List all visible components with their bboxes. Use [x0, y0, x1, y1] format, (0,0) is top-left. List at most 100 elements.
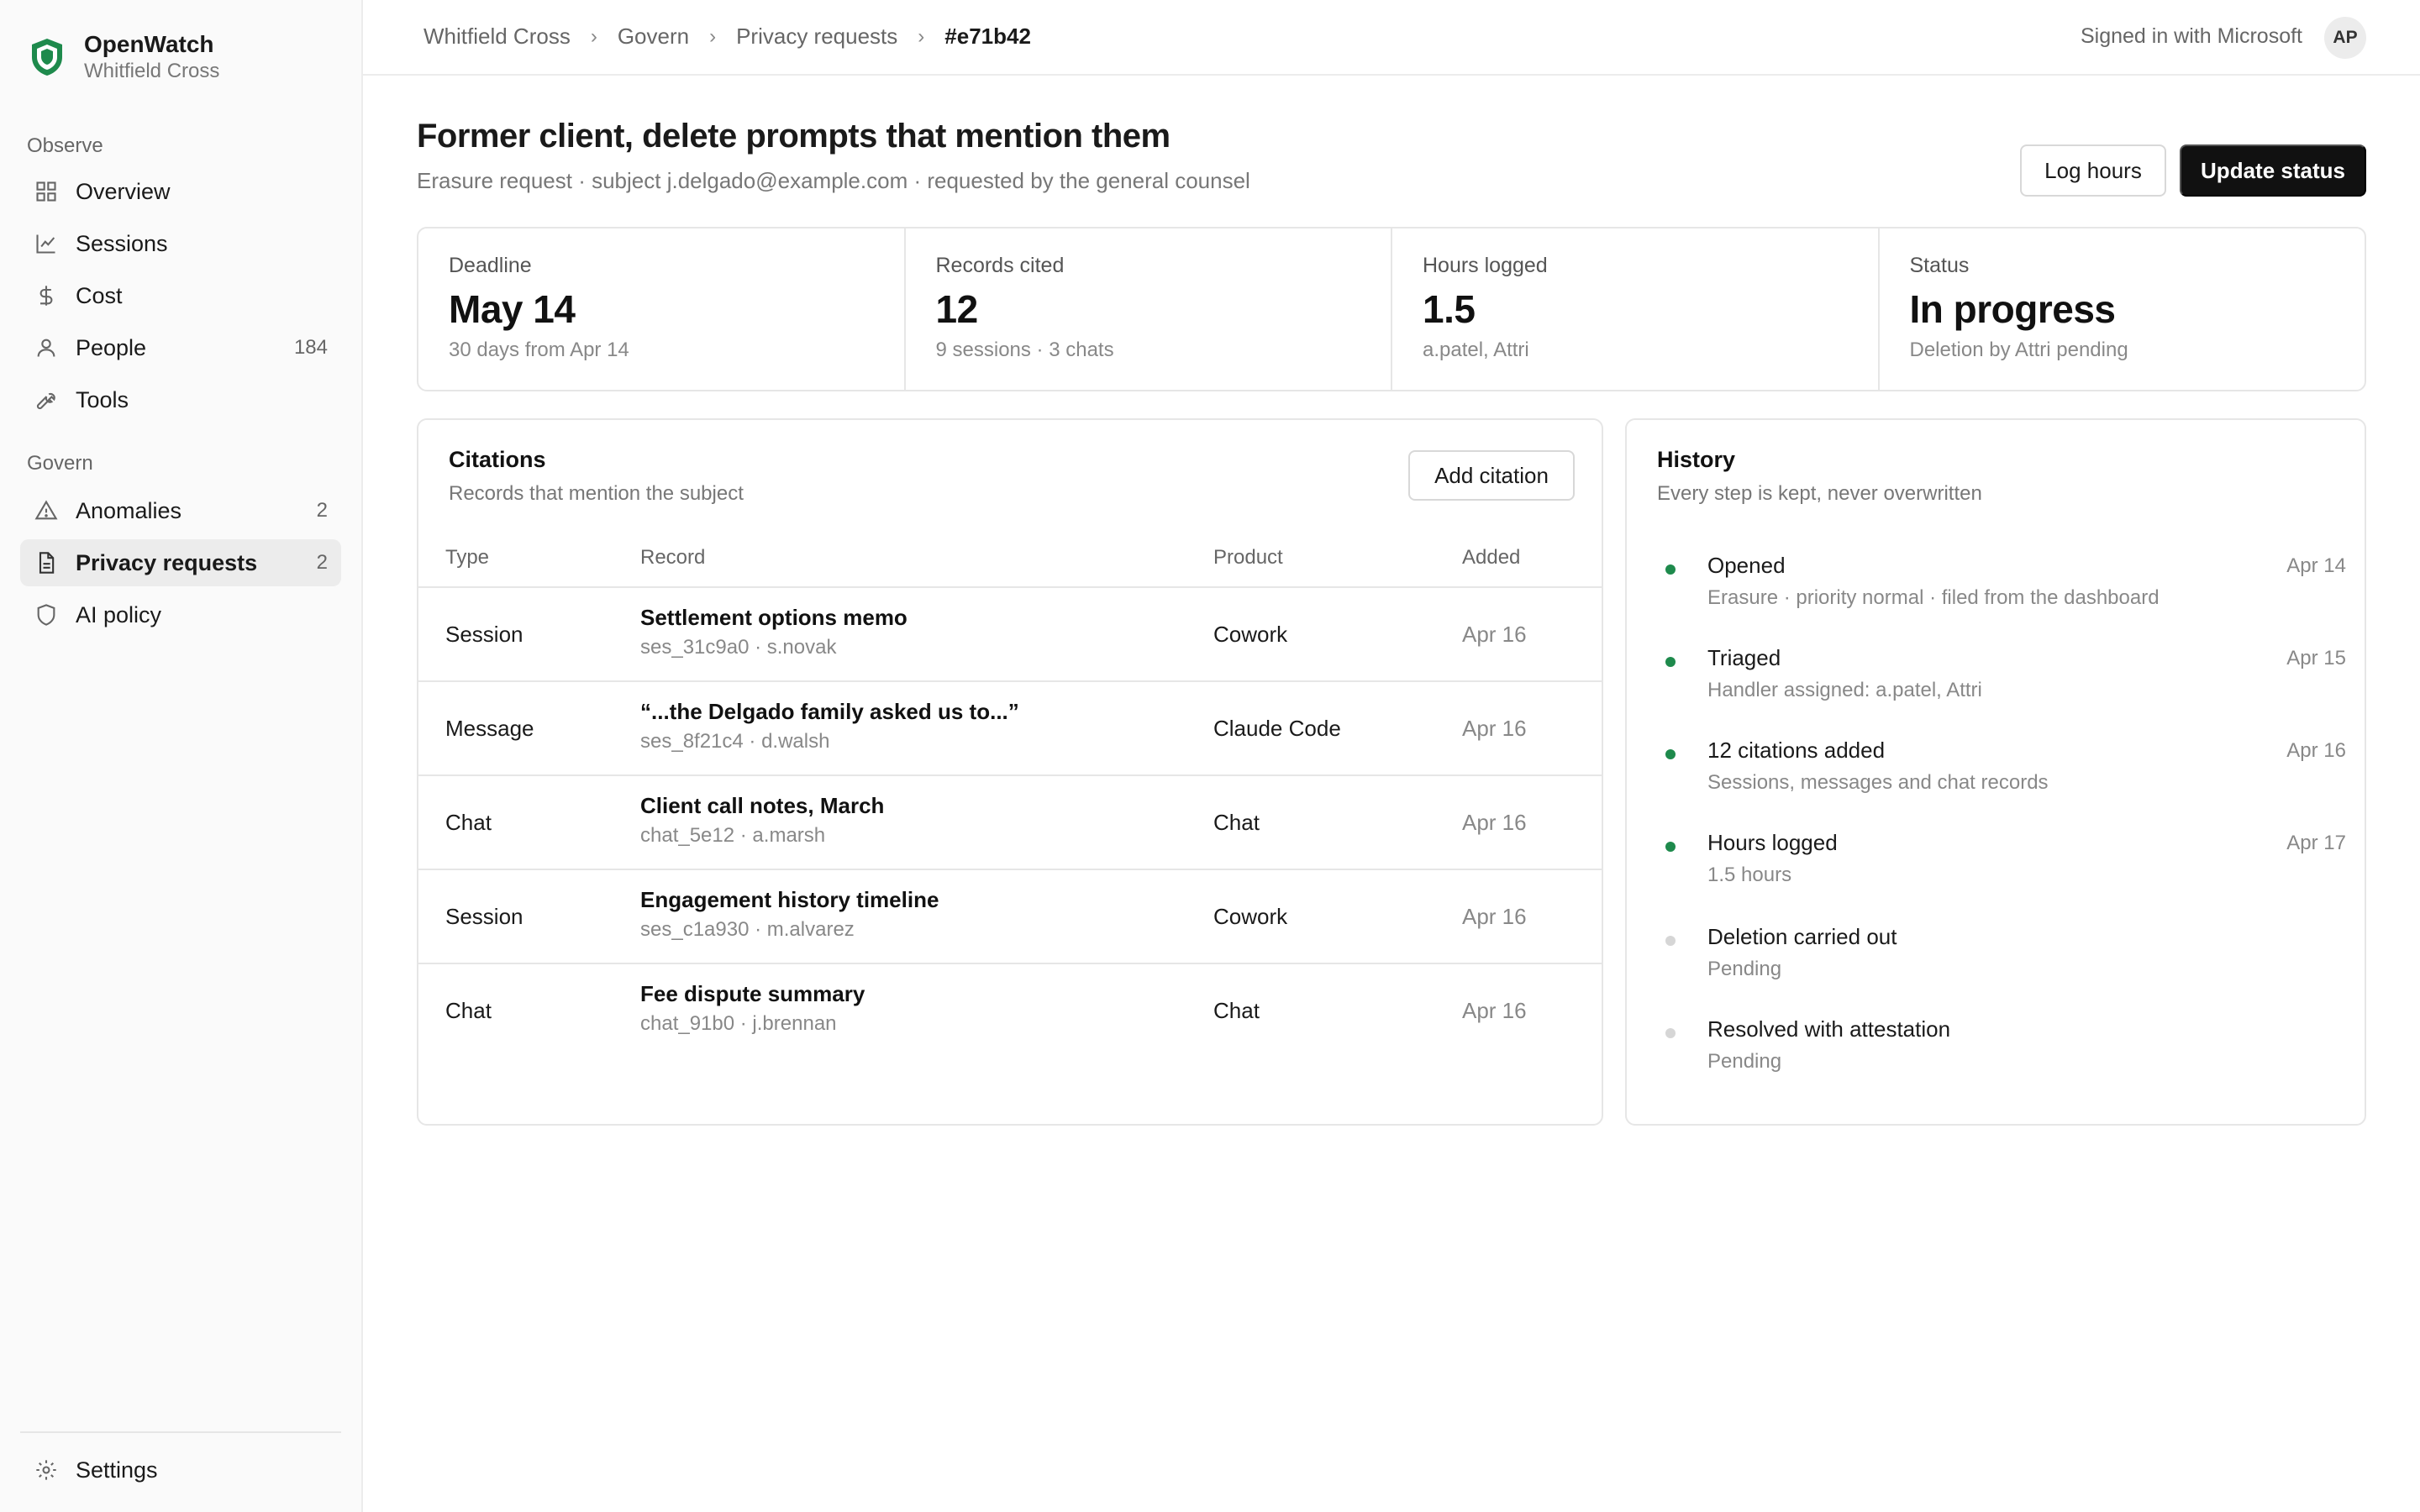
- chart-line-icon: [34, 231, 59, 256]
- stat-label: Deadline: [449, 254, 532, 277]
- cell-record: Engagement history timeline ses_c1a930 ·…: [640, 887, 939, 942]
- people-count: 184: [293, 336, 328, 359]
- stats-panel: Deadline May 14 30 days from Apr 14 Reco…: [417, 227, 2366, 391]
- sidebar-item-label: Overview: [76, 178, 171, 204]
- history-item-title: Hours logged: [1707, 830, 1838, 855]
- sidebar-item-label: Privacy requests: [76, 549, 258, 575]
- cell-added: Apr 16: [1462, 810, 1527, 835]
- history-item: 12 citations added Sessions, messages an…: [1657, 734, 2346, 827]
- sidebar-item-ai-policy[interactable]: AI policy: [20, 591, 341, 638]
- sidebar-divider: [20, 1431, 341, 1433]
- history-item-title: Opened: [1707, 553, 1786, 578]
- breadcrumb-org[interactable]: Whitfield Cross: [424, 24, 571, 50]
- update-status-button[interactable]: Update status: [2180, 144, 2366, 197]
- cell-added: Apr 16: [1462, 716, 1527, 741]
- nav-section-observe: Observe: [27, 134, 103, 157]
- record-title[interactable]: Settlement options memo: [640, 605, 908, 631]
- history-item-title: Deletion carried out: [1707, 924, 1897, 949]
- sidebar-item-overview[interactable]: Overview: [20, 168, 341, 215]
- history-item-title: Triaged: [1707, 645, 1781, 670]
- log-hours-button[interactable]: Log hours: [2020, 144, 2166, 197]
- cell-product: Chat: [1213, 810, 1260, 835]
- sidebar-item-anomalies[interactable]: Anomalies 2: [20, 487, 341, 534]
- stat-hours-logged: Hours logged 1.5 a.patel, Attri: [1392, 228, 1880, 390]
- stat-deadline: Deadline May 14 30 days from Apr 14: [418, 228, 906, 390]
- cell-added: Apr 16: [1462, 904, 1527, 929]
- stat-value: In progress: [1909, 287, 2117, 331]
- status-dot-done: [1665, 749, 1676, 759]
- table-row[interactable]: Chat Client call notes, March chat_5e12 …: [418, 776, 1602, 870]
- stat-label: Hours logged: [1423, 254, 1548, 277]
- sidebar-item-cost[interactable]: Cost: [20, 272, 341, 319]
- page-title: Former client, delete prompts that menti…: [417, 118, 1171, 155]
- cell-record: Fee dispute summary chat_91b0 · j.brenna…: [640, 981, 865, 1036]
- table-row[interactable]: Message “...the Delgado family asked us …: [418, 682, 1602, 776]
- sidebar-item-settings[interactable]: Settings: [20, 1446, 341, 1494]
- status-dot-pending: [1665, 1028, 1676, 1038]
- citations-subtitle: Records that mention the subject: [449, 482, 744, 505]
- sidebar: OpenWatch Whitfield Cross Observe Overvi…: [0, 0, 363, 1512]
- table-row[interactable]: Session Engagement history timeline ses_…: [418, 870, 1602, 964]
- cell-type: Message: [445, 716, 534, 741]
- sidebar-item-people[interactable]: People 184: [20, 324, 341, 371]
- sidebar-item-tools[interactable]: Tools: [20, 376, 341, 423]
- record-meta: chat_91b0 · j.brennan: [640, 1012, 837, 1035]
- breadcrumb-current: #e71b42: [944, 24, 1031, 49]
- record-title[interactable]: “...the Delgado family asked us to...”: [640, 699, 1019, 725]
- breadcrumb-privacy-requests[interactable]: Privacy requests: [736, 24, 897, 50]
- history-item-detail: Handler assigned: a.patel, Attri: [1707, 679, 1982, 701]
- stat-note: 9 sessions · 3 chats: [935, 339, 1114, 361]
- table-row[interactable]: Session Settlement options memo ses_31c9…: [418, 588, 1602, 682]
- brand[interactable]: OpenWatch Whitfield Cross: [27, 30, 219, 84]
- table-row[interactable]: Chat Fee dispute summary chat_91b0 · j.b…: [418, 964, 1602, 1058]
- record-title[interactable]: Engagement history timeline: [640, 887, 939, 913]
- sidebar-item-privacy-requests[interactable]: Privacy requests 2: [20, 539, 341, 586]
- add-citation-button[interactable]: Add citation: [1408, 450, 1575, 501]
- avatar[interactable]: AP: [2324, 17, 2366, 59]
- sidebar-item-label: Sessions: [76, 230, 168, 256]
- history-item-detail: Erasure · priority normal · filed from t…: [1707, 586, 2160, 609]
- warning-icon: [34, 498, 59, 523]
- nav-section-govern: Govern: [27, 452, 93, 475]
- stat-label: Status: [1909, 254, 1970, 277]
- column-header-added[interactable]: Added: [1462, 546, 1520, 570]
- privacy-requests-count: 2: [316, 551, 328, 574]
- sidebar-item-label: People: [76, 334, 147, 360]
- citations-table-header: Type Record Product Added: [418, 538, 1602, 588]
- grid-icon: [34, 179, 59, 204]
- topbar: Whitfield Cross › Govern › Privacy reque…: [363, 0, 2420, 76]
- history-title: History: [1657, 447, 1736, 472]
- status-dot-done: [1665, 657, 1676, 667]
- record-meta: ses_8f21c4 · d.walsh: [640, 730, 830, 753]
- citations-card: Citations Records that mention the subje…: [417, 418, 1603, 1126]
- gear-icon: [34, 1457, 59, 1483]
- cell-type: Session: [445, 904, 523, 929]
- cell-product: Chat: [1213, 998, 1260, 1023]
- history-item: Triaged Handler assigned: a.patel, Attri…: [1657, 642, 2346, 734]
- record-title[interactable]: Fee dispute summary: [640, 981, 865, 1007]
- history-item: Opened Erasure · priority normal · filed…: [1657, 549, 2346, 642]
- history-item-date: Apr 17: [2286, 832, 2346, 854]
- history-item-detail: Sessions, messages and chat records: [1707, 771, 2049, 794]
- chevron-right-icon: ›: [918, 24, 925, 48]
- page-subtitle: Erasure request · subject j.delgado@exam…: [417, 168, 1250, 193]
- column-header-record[interactable]: Record: [640, 546, 705, 570]
- history-item-title: 12 citations added: [1707, 738, 1886, 763]
- cell-record: “...the Delgado family asked us to...” s…: [640, 699, 1019, 753]
- history-item-detail: Pending: [1707, 958, 1782, 980]
- history-item-detail: Pending: [1707, 1050, 1782, 1073]
- history-item-date: Apr 15: [2286, 647, 2346, 669]
- brand-org: Whitfield Cross: [84, 60, 220, 82]
- record-title[interactable]: Client call notes, March: [640, 793, 884, 819]
- wrench-icon: [34, 387, 59, 412]
- column-header-product[interactable]: Product: [1213, 546, 1283, 570]
- stat-note: a.patel, Attri: [1423, 339, 1529, 361]
- history-item: Hours logged 1.5 hours Apr 17: [1657, 827, 2346, 919]
- record-meta: ses_31c9a0 · s.novak: [640, 636, 837, 659]
- stat-status: Status In progress Deletion by Attri pen…: [1880, 228, 2365, 390]
- stat-value: 12: [935, 287, 979, 331]
- sidebar-item-sessions[interactable]: Sessions: [20, 220, 341, 267]
- breadcrumb-govern[interactable]: Govern: [618, 24, 689, 50]
- stat-note: Deletion by Attri pending: [1909, 339, 2128, 361]
- column-header-type[interactable]: Type: [445, 546, 489, 570]
